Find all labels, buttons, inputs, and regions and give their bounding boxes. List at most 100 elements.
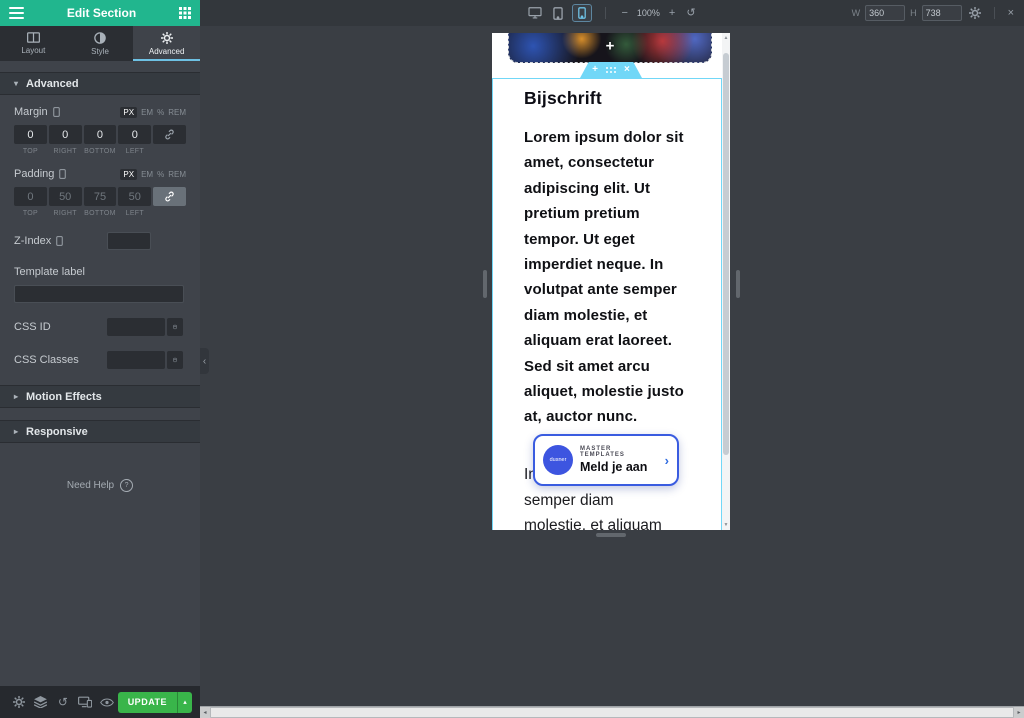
device-mobile-icon[interactable] (572, 4, 592, 22)
margin-label: Margin (14, 106, 48, 118)
padding-label: Padding (14, 168, 54, 180)
hero-image[interactable]: + (508, 33, 712, 63)
zoom-out-icon[interactable]: − (619, 6, 629, 21)
padding-left-input[interactable] (118, 187, 151, 206)
padding-bottom-input[interactable] (84, 187, 117, 206)
unit-em[interactable]: EM (141, 108, 153, 117)
tab-label: Style (91, 47, 109, 56)
responsive-toolbar: − 100% + ↺ W H × (200, 0, 1024, 27)
accordion-motion-effects[interactable]: ▸ Motion Effects (0, 385, 200, 408)
scroll-down-icon[interactable]: ▼ (722, 520, 730, 530)
template-label-control: Template label (14, 266, 186, 303)
accordion-label: Advanced (26, 78, 79, 90)
section-handle[interactable]: + × (580, 62, 642, 78)
dynamic-tags-icon[interactable] (167, 318, 183, 336)
delete-section-icon[interactable]: × (624, 65, 630, 75)
chevron-right-icon: ▸ (14, 392, 18, 401)
panel-title: Edit Section (24, 6, 179, 20)
mobile-preview-frame: + + × Bijschrift Lorem ipsum dolor sit a… (492, 33, 730, 530)
drag-handle-icon[interactable] (606, 67, 608, 69)
tab-label: Advanced (149, 47, 185, 56)
z-index-input[interactable] (107, 232, 151, 250)
css-id-control: CSS ID (14, 318, 186, 336)
dynamic-tags-icon[interactable] (167, 351, 183, 369)
margin-top-input[interactable] (14, 125, 47, 144)
refresh-icon[interactable]: ↺ (684, 6, 697, 21)
preview-scrollbar[interactable]: ▲ ▼ (722, 33, 730, 530)
unit-percent[interactable]: % (157, 108, 164, 117)
preview-eye-icon[interactable] (96, 698, 118, 707)
need-help-link[interactable]: Need Help ? (0, 479, 200, 492)
preview-height-input[interactable] (922, 5, 962, 21)
scroll-up-icon[interactable]: ▲ (722, 33, 730, 43)
dim-label: BOTTOM (84, 210, 116, 217)
brand-logo: dusner (543, 445, 573, 475)
settings-gear-icon[interactable] (8, 696, 30, 708)
horizontal-scrollbar[interactable]: ◂ ▸ (200, 706, 1024, 718)
scroll-left-icon[interactable]: ◂ (200, 709, 210, 716)
css-classes-label: CSS Classes (14, 354, 79, 366)
zoom-in-icon[interactable]: + (667, 6, 677, 21)
preview-width-input[interactable] (865, 5, 905, 21)
history-icon[interactable]: ↺ (52, 695, 74, 709)
dim-label: TOP (23, 210, 38, 217)
popup-cta-label: Meld je aan (580, 460, 658, 474)
z-index-label: Z-Index (14, 235, 51, 247)
preview-settings-gear-icon[interactable] (967, 5, 983, 21)
unit-rem[interactable]: REM (168, 170, 186, 179)
accordion-label: Motion Effects (26, 391, 102, 403)
resize-handle-bottom[interactable] (596, 533, 626, 537)
mobile-indicator-icon[interactable] (59, 169, 66, 179)
accordion-label: Responsive (26, 426, 88, 438)
padding-right-input[interactable] (49, 187, 82, 206)
menu-icon[interactable] (9, 7, 24, 19)
unit-percent[interactable]: % (157, 170, 164, 179)
margin-right-input[interactable] (49, 125, 82, 144)
tab-style[interactable]: Style (67, 26, 134, 61)
panel-footer: ↺ UPDATE ▴ (0, 686, 200, 718)
dim-label: RIGHT (54, 148, 77, 155)
css-classes-input[interactable] (107, 351, 165, 369)
update-options-caret-icon[interactable]: ▴ (177, 692, 192, 713)
chevron-down-icon: ▾ (14, 79, 18, 88)
add-section-icon[interactable]: + (592, 65, 598, 75)
padding-link-values-icon[interactable] (153, 187, 186, 206)
chevron-right-icon: ▸ (14, 427, 18, 436)
unit-em[interactable]: EM (141, 170, 153, 179)
dim-label: LEFT (126, 210, 144, 217)
margin-left-input[interactable] (118, 125, 151, 144)
scrollbar-thumb[interactable] (210, 707, 1014, 718)
update-button[interactable]: UPDATE (118, 692, 177, 713)
accordion-advanced[interactable]: ▾ Advanced (0, 72, 200, 95)
mobile-indicator-icon[interactable] (56, 236, 63, 246)
widgets-grid-icon[interactable] (179, 7, 191, 19)
resize-handle-right[interactable] (736, 270, 740, 298)
dim-label: RIGHT (54, 210, 77, 217)
panel-collapse-toggle[interactable]: ‹ (200, 348, 209, 374)
margin-control: Margin PX EM % REM TOP RIGHT BOTTOM (14, 106, 186, 155)
scroll-right-icon[interactable]: ▸ (1014, 709, 1024, 716)
scrollbar-thumb[interactable] (723, 53, 729, 455)
tab-advanced[interactable]: Advanced (133, 26, 200, 61)
navigator-layers-icon[interactable] (30, 696, 52, 708)
text-widget-bold[interactable]: Lorem ipsum dolor sit amet, consectetur … (524, 125, 698, 430)
signup-popup[interactable]: dusner MASTER TEMPLATES Meld je aan › (533, 434, 679, 486)
unit-px[interactable]: PX (120, 107, 137, 118)
accordion-responsive[interactable]: ▸ Responsive (0, 420, 200, 443)
unit-rem[interactable]: REM (168, 108, 186, 117)
close-icon[interactable]: × (1006, 6, 1016, 21)
toolbar-divider (605, 7, 606, 19)
device-tablet-icon[interactable] (551, 5, 565, 22)
margin-bottom-input[interactable] (84, 125, 117, 144)
caption-heading[interactable]: Bijschrift (524, 88, 703, 109)
padding-top-input[interactable] (14, 187, 47, 206)
mobile-indicator-icon[interactable] (53, 107, 60, 117)
responsive-mode-icon[interactable] (74, 696, 96, 708)
tab-layout[interactable]: Layout (0, 26, 67, 61)
device-desktop-icon[interactable] (526, 5, 544, 21)
resize-handle-left[interactable] (483, 270, 487, 298)
unit-px[interactable]: PX (120, 169, 137, 180)
margin-link-values-icon[interactable] (153, 125, 186, 144)
css-id-input[interactable] (107, 318, 165, 336)
template-label-input[interactable] (14, 285, 184, 303)
